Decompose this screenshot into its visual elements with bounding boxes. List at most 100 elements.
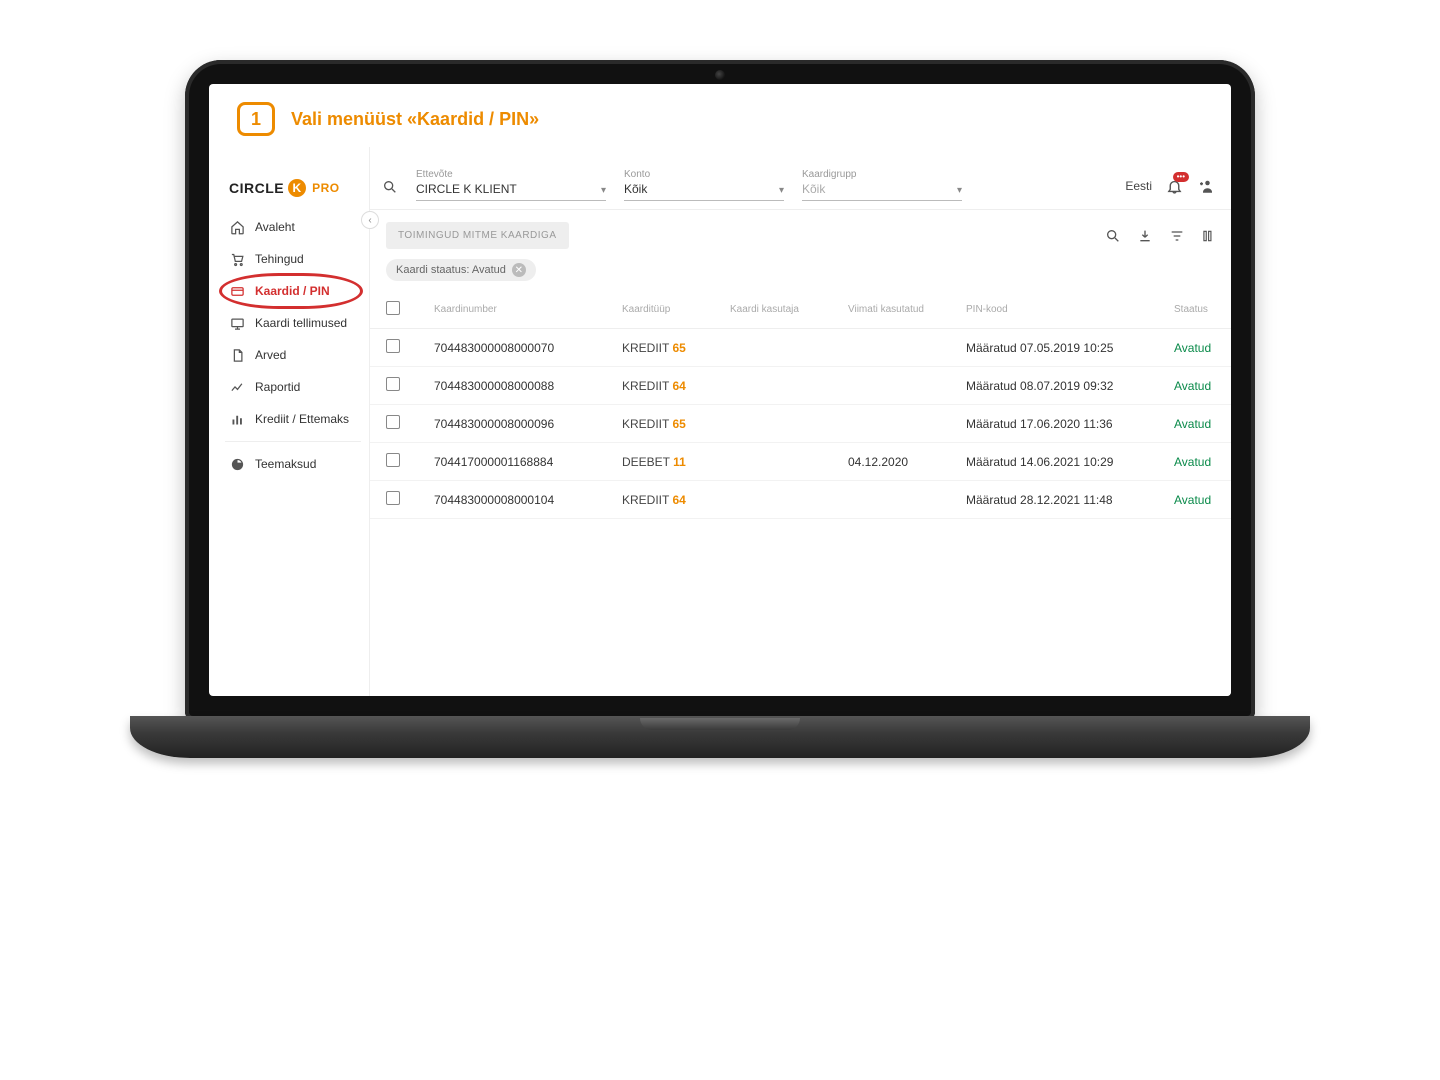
cell-pin: Määratud 08.07.2019 09:32 xyxy=(966,379,1166,393)
search-button[interactable] xyxy=(382,179,398,201)
sidebar-item-avaleht[interactable]: Avaleht xyxy=(225,211,361,243)
cell-number: 704483000008000088 xyxy=(434,379,614,393)
cell-type: KREDIIT 65 xyxy=(622,417,722,431)
cell-number: 704483000008000104 xyxy=(434,493,614,507)
filter-chip-label: Kaardi staatus: Avatud xyxy=(396,264,506,276)
sidebar-collapse-button[interactable]: ‹ xyxy=(361,211,379,229)
columns-icon xyxy=(1201,228,1215,244)
company-select-label: Ettevõte xyxy=(416,169,606,180)
filter-chip-remove[interactable]: ✕ xyxy=(512,263,526,277)
toll-icon xyxy=(229,456,245,472)
row-checkbox[interactable] xyxy=(386,377,400,391)
notification-badge: ••• xyxy=(1173,172,1189,182)
document-icon xyxy=(229,347,245,363)
col-status[interactable]: Staatus xyxy=(1174,304,1231,315)
callout-text: Vali menüüst «Kaardid / PIN» xyxy=(291,109,539,130)
callout-step-badge: 1 xyxy=(237,102,275,136)
cell-status: Avatud xyxy=(1174,379,1231,393)
columns-button[interactable] xyxy=(1201,228,1215,244)
cardgroup-select[interactable]: Kaardigrupp Kõik ▾ xyxy=(802,169,962,201)
brand-k-badge-icon: K xyxy=(288,179,306,197)
cell-type: KREDIIT 64 xyxy=(622,493,722,507)
header-actions: Eesti ••• xyxy=(1125,177,1215,201)
sidebar: CIRCLE K PRO Avaleht Teh xyxy=(209,147,369,696)
active-filters: Kaardi staatus: Avatud ✕ xyxy=(370,259,1231,291)
toolbar-icons xyxy=(1105,228,1215,244)
table-search-button[interactable] xyxy=(1105,228,1121,244)
table-row[interactable]: 704483000008000088 KREDIIT 64 Määratud 08.… xyxy=(370,367,1231,405)
cell-status: Avatud xyxy=(1174,417,1231,431)
laptop-bezel: 1 Vali menüüst «Kaardid / PIN» CIRCLE K … xyxy=(185,60,1255,720)
main-content: Ettevõte CIRCLE K KLIENT ▾ Konto Kõik ▾ … xyxy=(369,147,1231,696)
table-row[interactable]: 704417000001168884DEEBET 1104.12.2020Mää… xyxy=(370,443,1231,481)
col-number[interactable]: Kaardinumber xyxy=(434,304,614,315)
cell-type: KREDIIT 64 xyxy=(622,379,722,393)
col-type[interactable]: Kaarditüüp xyxy=(622,304,722,315)
account-select-value: Kõik xyxy=(624,180,784,198)
table-row[interactable]: 704483000008000070KREDIIT 65Määratud 07.… xyxy=(370,329,1231,367)
trend-icon xyxy=(229,379,245,395)
instruction-callout: 1 Vali menüüst «Kaardid / PIN» xyxy=(209,84,1231,146)
search-icon xyxy=(1105,228,1121,244)
sidebar-divider xyxy=(225,441,361,442)
filter-button[interactable] xyxy=(1169,228,1185,244)
cell-status: Avatud xyxy=(1174,493,1231,507)
col-pin[interactable]: PIN-kood xyxy=(966,304,1166,315)
sidebar-item-label: Avaleht xyxy=(255,220,295,234)
chevron-left-icon: ‹ xyxy=(368,215,371,226)
account-select-label: Konto xyxy=(624,169,784,180)
close-icon: ✕ xyxy=(515,265,523,276)
monitor-icon xyxy=(229,315,245,331)
table-row[interactable]: 704483000008000104 KREDIIT 64 Määratud 28.… xyxy=(370,481,1231,519)
sidebar-item-raportid[interactable]: Raportid xyxy=(225,371,361,403)
cardgroup-select-value: Kõik xyxy=(802,180,962,198)
table-row[interactable]: 704483000008000096KREDIIT 65Määratud 17.… xyxy=(370,405,1231,443)
sidebar-item-teemaksud[interactable]: Teemaksud xyxy=(225,448,361,480)
sidebar-item-kaardid-pin[interactable]: Kaardid / PIN xyxy=(225,275,361,307)
cell-pin: Määratud 28.12.2021 11:48 xyxy=(966,493,1166,507)
col-user[interactable]: Kaardi kasutaja xyxy=(730,304,840,315)
account-button[interactable] xyxy=(1197,177,1215,195)
cell-pin: Määratud 07.05.2019 10:25 xyxy=(966,341,1166,355)
laptop-frame: 1 Vali menüüst «Kaardid / PIN» CIRCLE K … xyxy=(130,60,1310,758)
download-icon xyxy=(1137,228,1153,244)
laptop-base xyxy=(130,716,1310,758)
sidebar-item-label: Krediit / Ettemaks xyxy=(255,412,349,426)
cell-type: KREDIIT 65 xyxy=(622,341,722,355)
select-all-checkbox[interactable] xyxy=(386,301,400,315)
row-checkbox[interactable] xyxy=(386,415,400,429)
brand-circle: CIRCLE xyxy=(229,180,284,196)
notifications-button[interactable]: ••• xyxy=(1166,178,1183,195)
language-selector[interactable]: Eesti xyxy=(1125,179,1152,193)
download-button[interactable] xyxy=(1137,228,1153,244)
cardgroup-select-label: Kaardigrupp xyxy=(802,169,962,180)
home-icon xyxy=(229,219,245,235)
sidebar-item-kaardi-tellimused[interactable]: Kaardi tellimused xyxy=(225,307,361,339)
brand-logo: CIRCLE K PRO xyxy=(225,155,361,211)
row-checkbox[interactable] xyxy=(386,453,400,467)
chevron-down-icon: ▾ xyxy=(601,185,606,196)
cell-status: Avatud xyxy=(1174,455,1231,469)
bulk-actions-button[interactable]: TOIMINGUD MITME KAARDIGA xyxy=(386,222,569,249)
cart-icon xyxy=(229,251,245,267)
camera-icon xyxy=(715,70,725,80)
sidebar-item-krediit-ettemaks[interactable]: Krediit / Ettemaks xyxy=(225,403,361,435)
cards-table: Kaardinumber Kaarditüüp Kaardi kasutaja … xyxy=(370,291,1231,519)
chevron-down-icon: ▾ xyxy=(957,185,962,196)
row-checkbox[interactable] xyxy=(386,491,400,505)
row-checkbox[interactable] xyxy=(386,339,400,353)
sidebar-item-label: Arved xyxy=(255,348,286,362)
filter-chip-status: Kaardi staatus: Avatud ✕ xyxy=(386,259,536,281)
filter-bar: Ettevõte CIRCLE K KLIENT ▾ Konto Kõik ▾ … xyxy=(370,147,1231,210)
table-header: Kaardinumber Kaarditüüp Kaardi kasutaja … xyxy=(370,291,1231,329)
sidebar-item-label: Kaardid / PIN xyxy=(255,284,330,298)
company-select[interactable]: Ettevõte CIRCLE K KLIENT ▾ xyxy=(416,169,606,201)
company-select-value: CIRCLE K KLIENT xyxy=(416,180,606,198)
account-select[interactable]: Konto Kõik ▾ xyxy=(624,169,784,201)
sidebar-item-arved[interactable]: Arved xyxy=(225,339,361,371)
col-last-used[interactable]: Viimati kasutatud xyxy=(848,304,958,315)
sidebar-item-tehingud[interactable]: Tehingud xyxy=(225,243,361,275)
cell-last-used: 04.12.2020 xyxy=(848,455,958,469)
sidebar-item-label: Tehingud xyxy=(255,252,304,266)
cell-type: DEEBET 11 xyxy=(622,455,722,469)
